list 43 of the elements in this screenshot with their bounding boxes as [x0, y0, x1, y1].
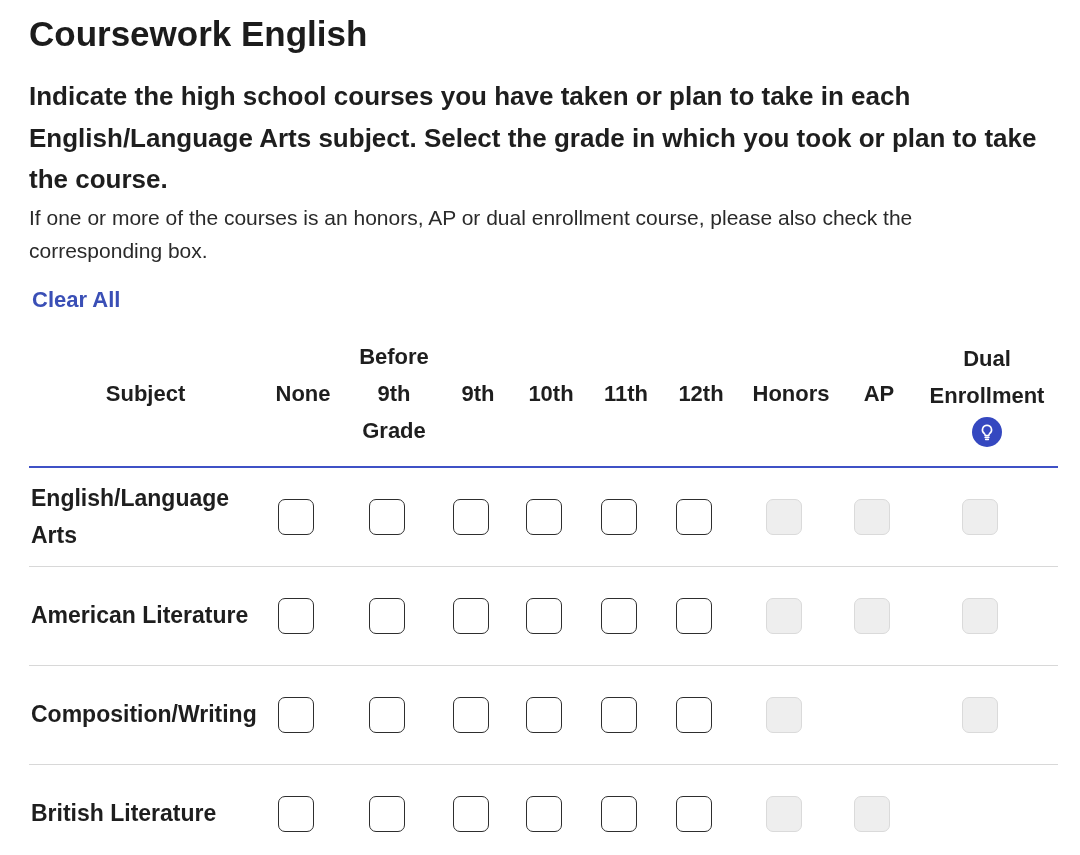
column-header: Subject: [105, 379, 186, 408]
checkbox[interactable]: [369, 498, 405, 535]
lightbulb-icon[interactable]: [972, 416, 1002, 447]
subject-label: English/Language Arts: [30, 483, 231, 550]
page-title: Coursework English: [29, 13, 369, 55]
column-header: Honors: [752, 379, 830, 408]
column-header: 10th: [528, 379, 574, 408]
instructions-text: Indicate the high school courses you have taken or plan to take in each English/Language Arts subject. Select the grade in which you took or plan to take the course.: [29, 80, 1038, 196]
checkbox[interactable]: [601, 597, 637, 634]
checkbox[interactable]: [601, 498, 637, 535]
checkbox[interactable]: [453, 498, 489, 535]
checkbox[interactable]: [369, 795, 405, 832]
checkbox[interactable]: [278, 795, 314, 832]
subject-label: American Literature: [30, 601, 249, 630]
checkbox[interactable]: [278, 696, 314, 733]
checkbox[interactable]: [601, 696, 637, 733]
column-header: None: [275, 379, 331, 408]
checkbox[interactable]: [453, 597, 489, 634]
column-header: 12th: [678, 379, 724, 408]
column-header: AP: [863, 379, 895, 408]
checkbox[interactable]: [676, 498, 712, 535]
checkbox[interactable]: [526, 696, 562, 733]
subject-label: Composition/Writing: [30, 700, 257, 729]
column-header: 9th: [461, 379, 495, 408]
checkbox[interactable]: [453, 795, 489, 832]
checkbox[interactable]: [369, 696, 405, 733]
checkbox[interactable]: [278, 597, 314, 634]
checkbox[interactable]: [278, 498, 314, 535]
checkbox[interactable]: [676, 696, 712, 733]
checkbox[interactable]: [369, 597, 405, 634]
column-header: Before 9th Grade: [358, 342, 430, 445]
checkbox[interactable]: [601, 795, 637, 832]
checkbox[interactable]: [526, 597, 562, 634]
checkbox[interactable]: [453, 696, 489, 733]
column-header: Dual Enrollment: [928, 344, 1046, 410]
column-header: 11th: [604, 379, 648, 408]
checkbox[interactable]: [526, 498, 562, 535]
checkbox[interactable]: [526, 795, 562, 832]
subject-label: British Literature: [30, 799, 217, 828]
checkbox[interactable]: [676, 597, 712, 634]
checkbox[interactable]: [676, 795, 712, 832]
clear-all-link[interactable]: Clear All: [32, 284, 121, 315]
note-text: If one or more of the courses is an honors, AP or dual enrollment course, please also check the corresponding box.: [29, 204, 914, 264]
